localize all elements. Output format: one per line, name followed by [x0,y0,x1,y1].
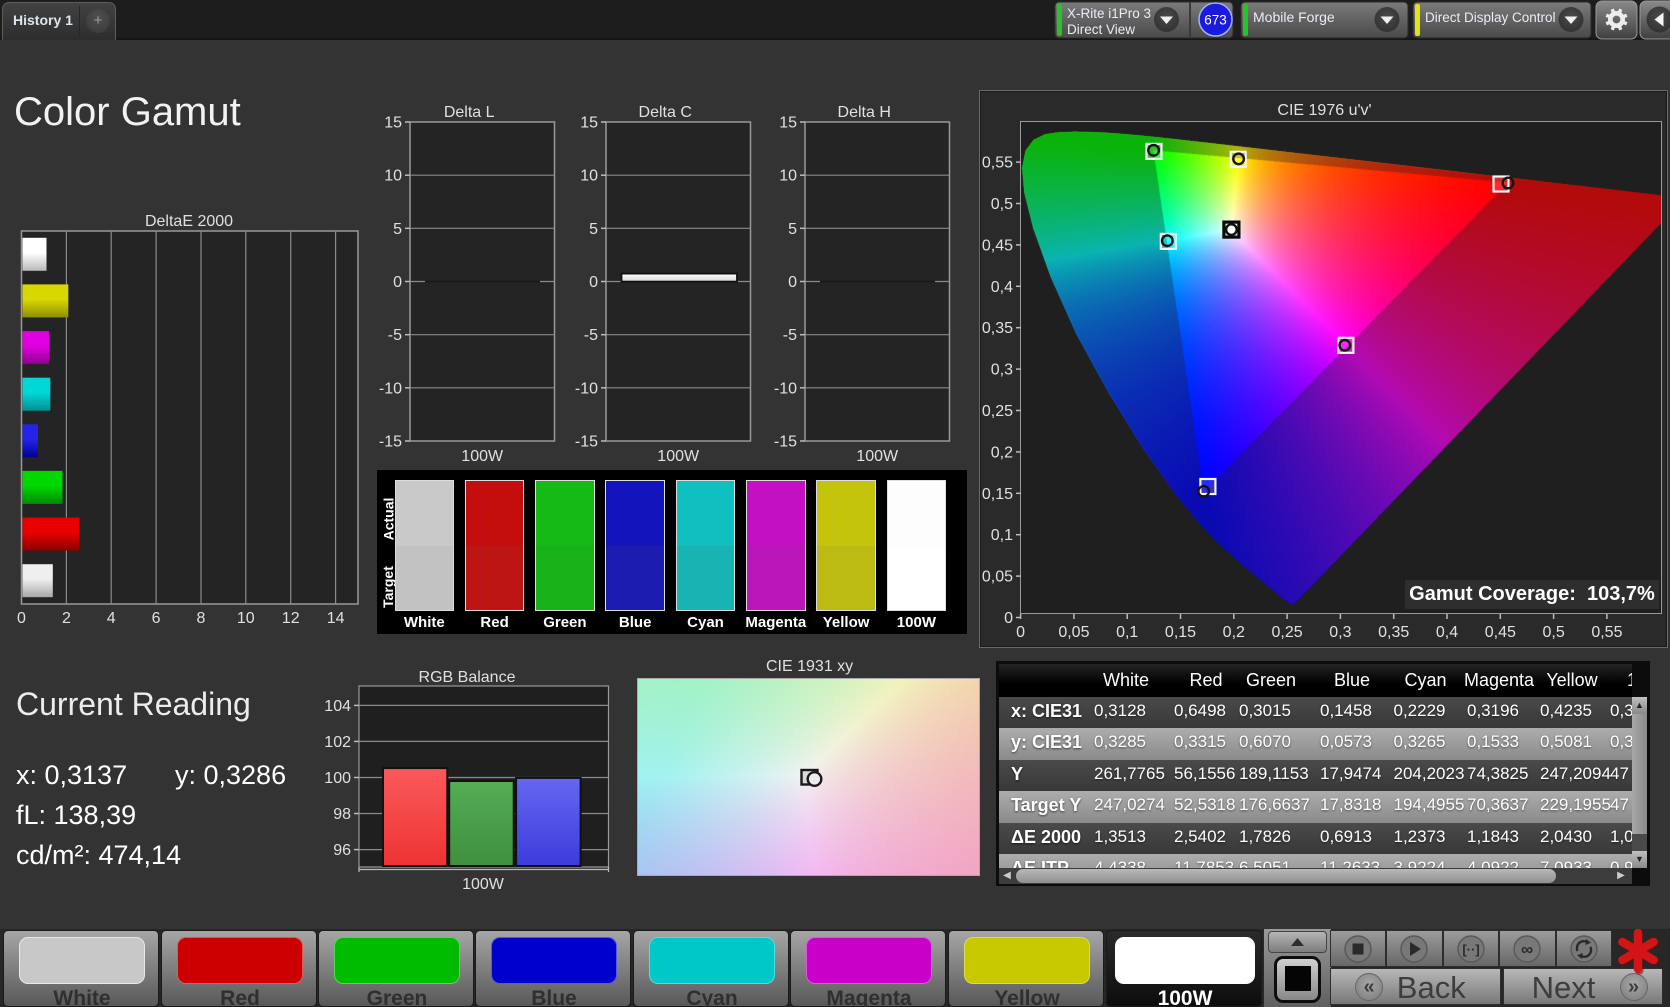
svg-text:5: 5 [788,221,797,238]
svg-text:0,55: 0,55 [982,155,1013,172]
svg-text:[··]: [··] [1462,942,1479,957]
svg-text:10: 10 [580,168,598,185]
svg-text:0: 0 [1016,624,1025,641]
svg-text:104: 104 [324,698,351,715]
svg-text:100W: 100W [657,448,700,465]
svg-text:-10: -10 [575,380,598,397]
svg-text:6: 6 [152,610,161,627]
svg-text:0,4: 0,4 [991,279,1013,296]
svg-text:RGB Balance: RGB Balance [419,669,516,686]
svg-text:102: 102 [324,734,351,751]
svg-text:∞: ∞ [1521,940,1533,959]
svg-text:-10: -10 [774,380,797,397]
svg-text:0,35: 0,35 [982,320,1013,337]
svg-text:100W: 100W [856,448,899,465]
svg-text:0,3: 0,3 [1329,624,1351,641]
svg-text:0,15: 0,15 [1165,624,1196,641]
svg-text:-10: -10 [379,380,402,397]
svg-text:2: 2 [62,610,71,627]
svg-text:98: 98 [333,806,351,823]
svg-text:15: 15 [779,115,797,132]
svg-text:0,25: 0,25 [982,403,1013,420]
svg-text:100W: 100W [462,876,505,893]
svg-text:10: 10 [237,610,255,627]
svg-text:Delta C: Delta C [639,104,692,121]
svg-text:-5: -5 [584,327,598,344]
svg-text:673: 673 [1204,13,1227,28]
svg-text:-5: -5 [783,327,797,344]
svg-text:0: 0 [17,610,26,627]
svg-text:Direct View: Direct View [1067,22,1135,37]
svg-text:0,55: 0,55 [1591,624,1622,641]
svg-text:0,2: 0,2 [991,444,1013,461]
svg-text:0,15: 0,15 [982,486,1013,503]
svg-text:0,1: 0,1 [1116,624,1138,641]
svg-text:15: 15 [384,115,402,132]
svg-text:0,3: 0,3 [991,362,1013,379]
svg-text:-15: -15 [774,434,797,451]
svg-text:15: 15 [580,115,598,132]
svg-text:10: 10 [384,168,402,185]
svg-text:4: 4 [107,610,116,627]
svg-text:96: 96 [333,842,351,859]
svg-text:0,45: 0,45 [982,237,1013,254]
svg-text:100W: 100W [461,448,504,465]
svg-text:0: 0 [393,274,402,291]
svg-text:0,05: 0,05 [1058,624,1089,641]
svg-text:0,4: 0,4 [1436,624,1458,641]
svg-text:DeltaE 2000: DeltaE 2000 [145,213,233,230]
svg-text:0,05: 0,05 [982,569,1013,586]
svg-text:0,45: 0,45 [1485,624,1516,641]
svg-text:0,25: 0,25 [1272,624,1303,641]
svg-text:100: 100 [324,770,351,787]
svg-text:0,5: 0,5 [1542,624,1564,641]
svg-text:12: 12 [282,610,300,627]
svg-text:-5: -5 [388,327,402,344]
svg-text:-15: -15 [575,434,598,451]
svg-text:8: 8 [197,610,206,627]
svg-text:0,2: 0,2 [1223,624,1245,641]
svg-text:5: 5 [589,221,598,238]
svg-text:Direct Display Control: Direct Display Control [1425,10,1556,25]
svg-text:0,35: 0,35 [1378,624,1409,641]
svg-text:0,5: 0,5 [991,196,1013,213]
svg-text:Delta L: Delta L [444,104,495,121]
svg-text:0,1: 0,1 [991,527,1013,544]
svg-text:0: 0 [788,274,797,291]
svg-text:Mobile Forge: Mobile Forge [1253,9,1335,25]
svg-text:X-Rite i1Pro 3: X-Rite i1Pro 3 [1067,6,1151,21]
svg-text:0: 0 [1004,610,1013,627]
svg-text:14: 14 [327,610,345,627]
svg-text:Delta H: Delta H [838,104,891,121]
svg-text:10: 10 [779,168,797,185]
svg-text:-15: -15 [379,434,402,451]
svg-text:5: 5 [393,221,402,238]
svg-text:0: 0 [589,274,598,291]
